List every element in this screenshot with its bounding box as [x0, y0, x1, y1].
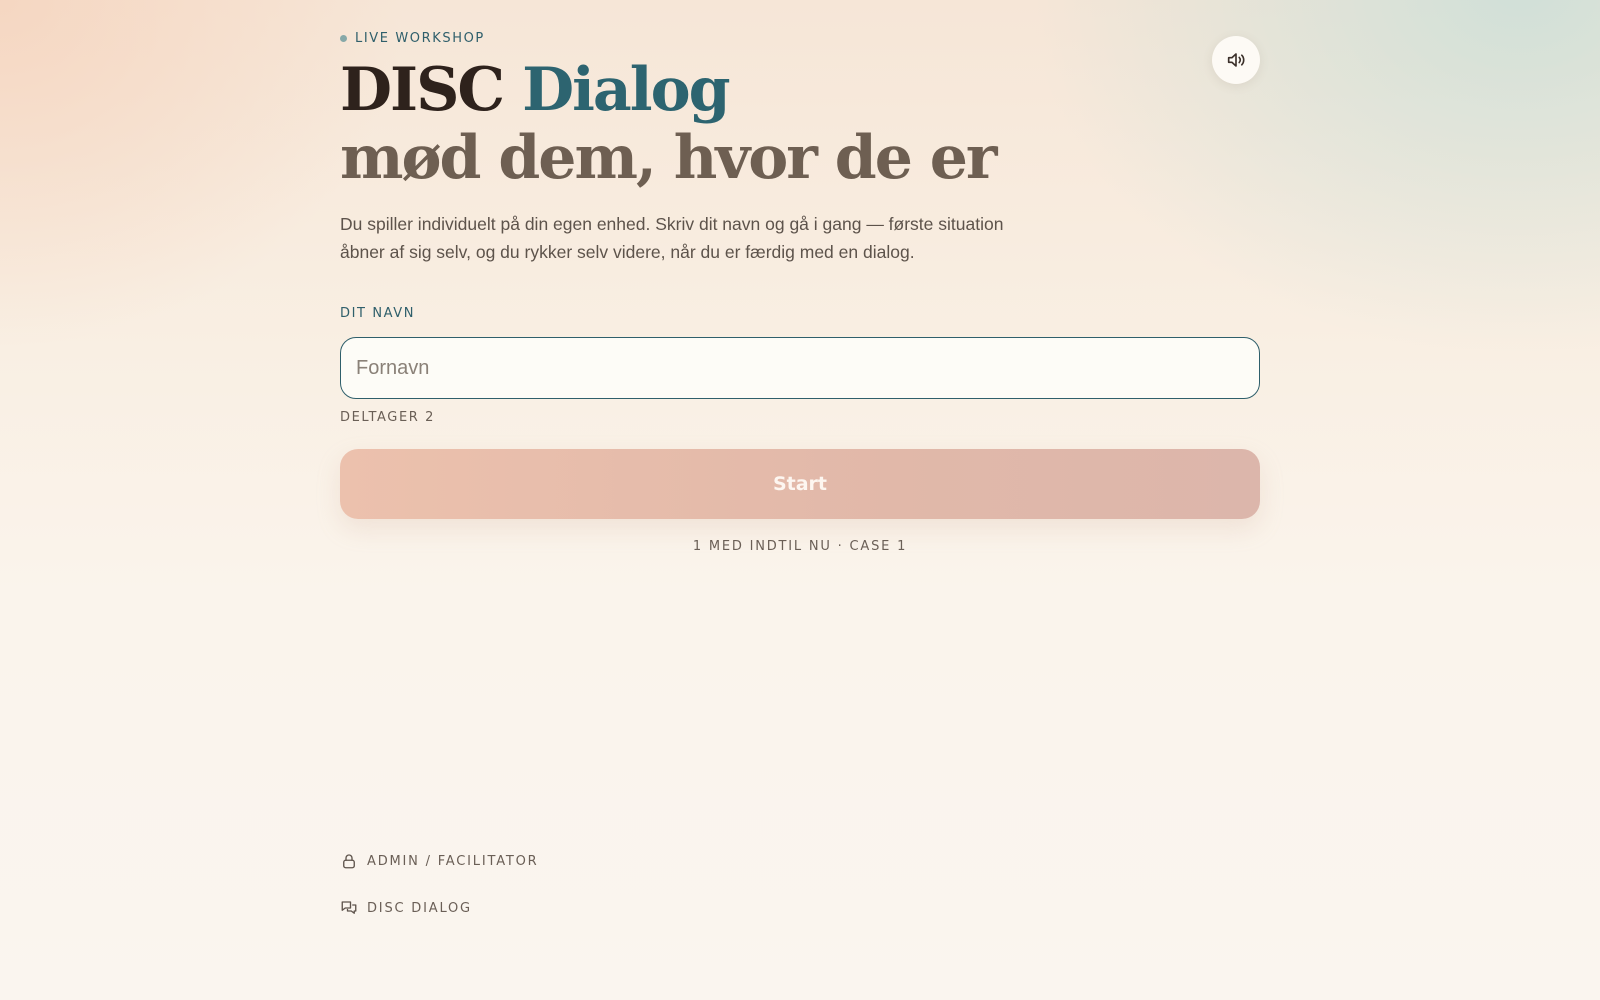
sound-toggle-button[interactable]	[1212, 36, 1260, 84]
disc-link-label: DISC DIALOG	[367, 900, 472, 916]
admin-facilitator-link[interactable]: ADMIN / FACILITATOR	[340, 852, 538, 870]
name-input[interactable]	[340, 337, 1260, 399]
eyebrow-label: LIVE WORKSHOP	[355, 31, 485, 46]
speaker-icon	[1227, 53, 1245, 67]
page-title: DISC Dialog mød dem, hvor de er	[340, 55, 998, 193]
title-accent: Dialog	[522, 55, 730, 125]
admin-link-label: ADMIN / FACILITATOR	[367, 853, 539, 869]
lock-icon	[343, 854, 355, 869]
start-button[interactable]: Start	[340, 449, 1260, 519]
live-workshop-badge: LIVE WORKSHOP	[340, 31, 485, 46]
title-main: DISC	[340, 55, 505, 125]
intro-text: Du spiller individuelt på din egen enhed…	[340, 214, 1004, 262]
participant-label: DELTAGER 2	[340, 410, 435, 425]
name-field-label: DIT NAVN	[340, 306, 416, 321]
chat-bubbles-icon	[341, 901, 357, 914]
disc-dialog-link[interactable]: DISC DIALOG	[340, 899, 472, 917]
title-subline: mød dem, hvor de er	[340, 123, 998, 193]
start-screen: LIVE WORKSHOP DISC Dialog mød dem, hvor …	[340, 0, 1260, 1000]
participants-status: 1 MED INDTIL NU · CASE 1	[692, 539, 908, 554]
live-dot-icon	[340, 35, 347, 42]
